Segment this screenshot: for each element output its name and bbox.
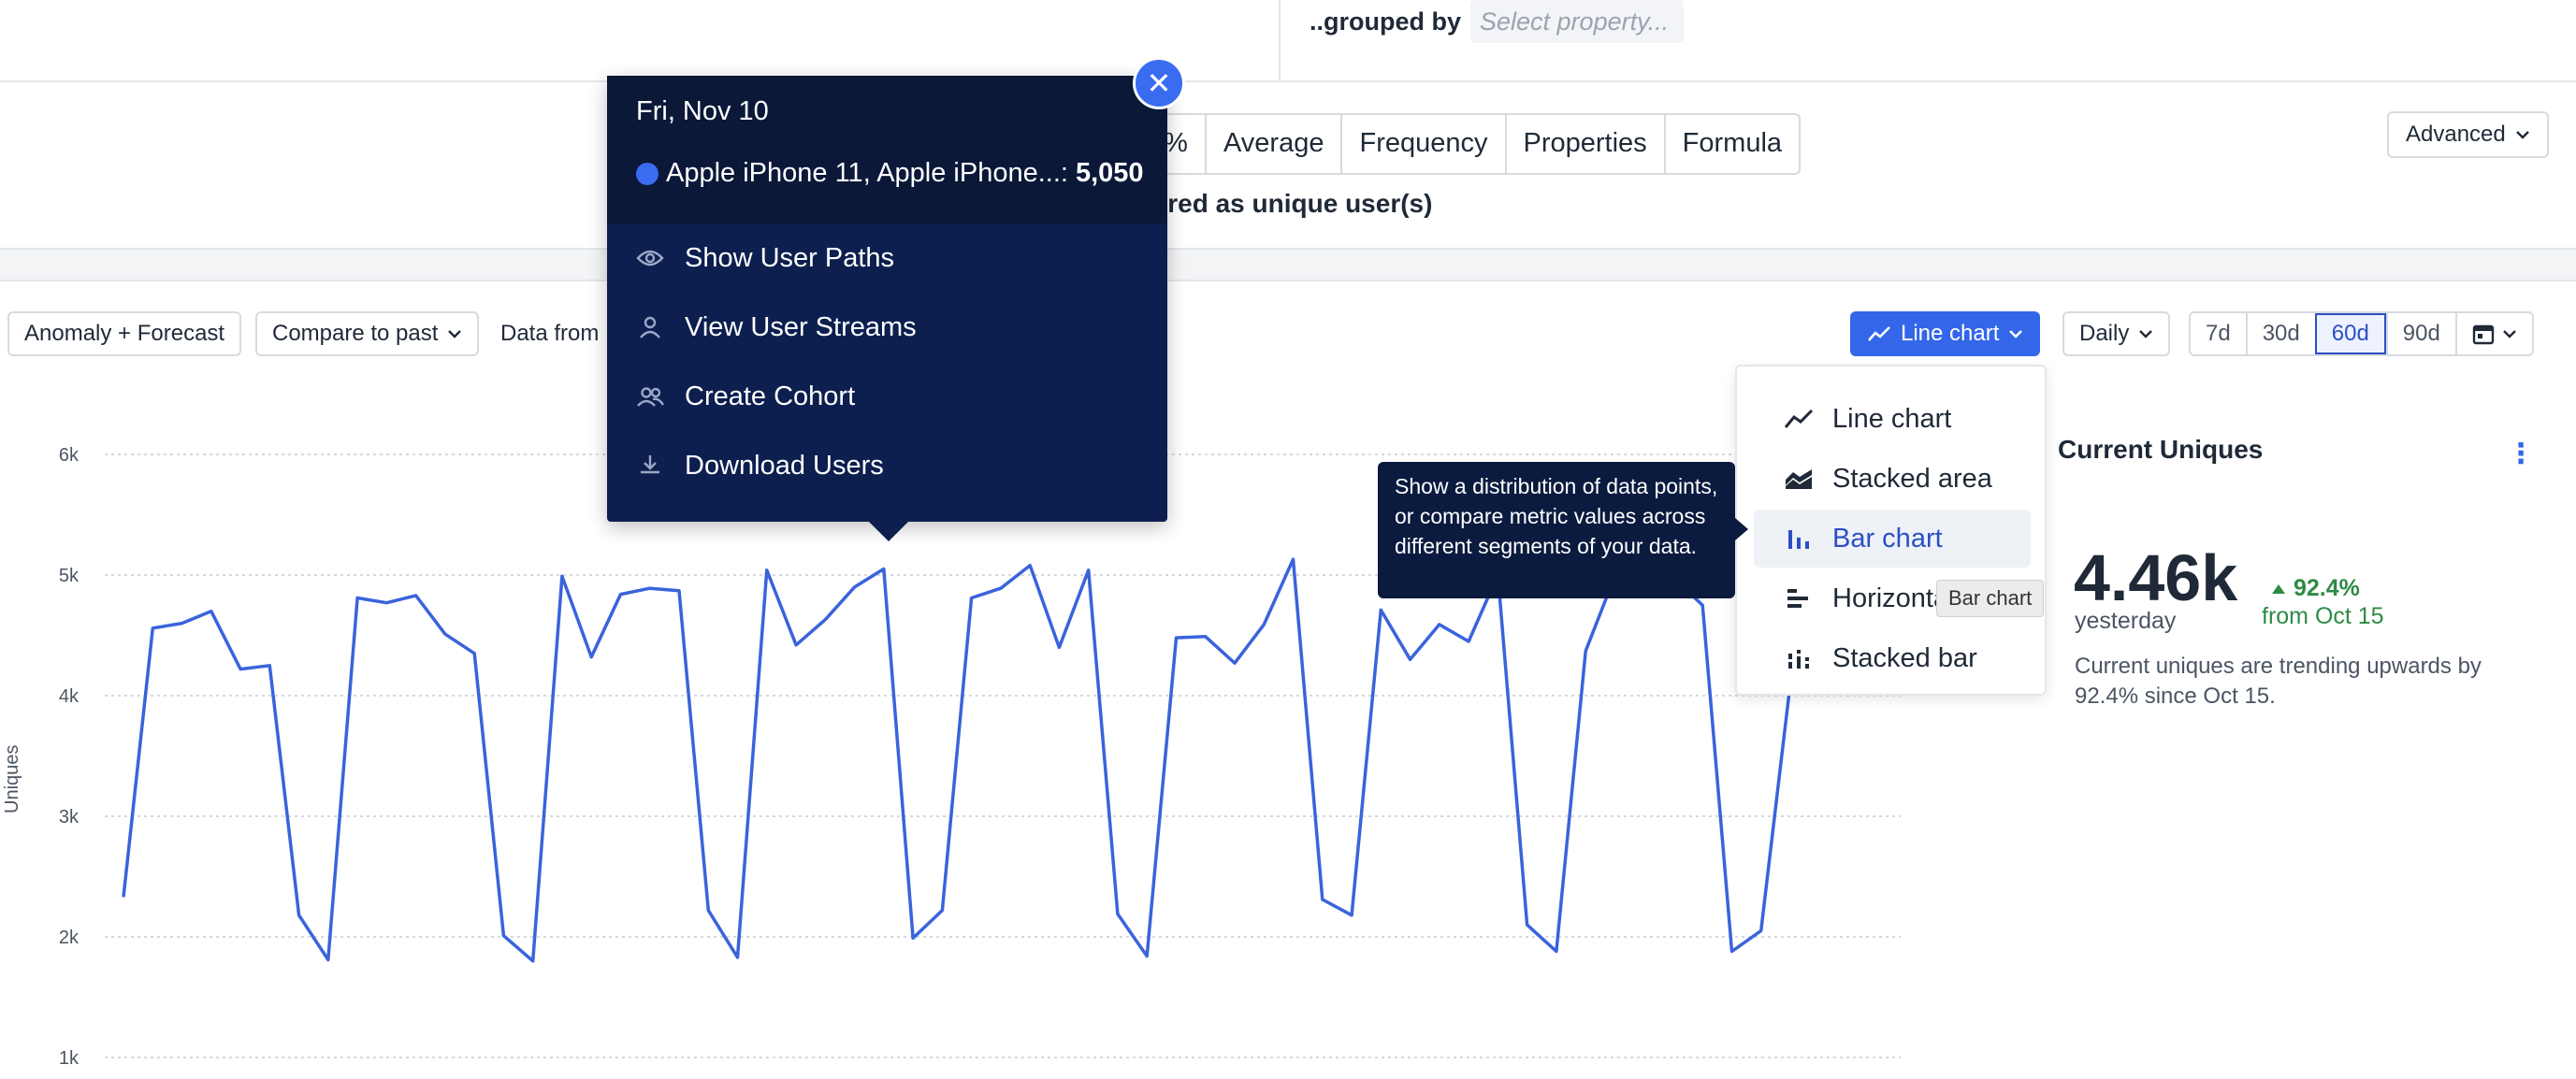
y-tick-label: 1k (59, 1048, 80, 1069)
view-user-streams-action[interactable]: View User Streams (636, 309, 917, 346)
data-point-popover: Fri, Nov 10 Apple iPhone 11, Apple iPhon… (607, 76, 1167, 522)
measured-as-text: asured as unique user(s) (1122, 189, 1433, 218)
create-cohort-action[interactable]: Create Cohort (636, 378, 855, 415)
change-indicator: 92.4% (2271, 575, 2360, 602)
range-90d[interactable]: 90d (2385, 313, 2455, 354)
line-chart-icon (1784, 409, 1814, 428)
tab-formula[interactable]: Formula (1663, 115, 1799, 173)
chevron-down-icon (448, 330, 462, 338)
menu-item-stacked-bar[interactable]: Stacked bar (1754, 629, 2031, 687)
metric-toolbar: e % Average Frequency Properties Formula (1122, 113, 1802, 175)
y-tick-label: 6k (59, 445, 80, 466)
bar-chart-icon (1788, 530, 1809, 549)
chevron-down-icon (2009, 330, 2023, 338)
range-30d[interactable]: 30d (2245, 313, 2315, 354)
tab-average[interactable]: Average (1204, 115, 1341, 173)
popover-arrow (868, 521, 909, 541)
chevron-down-icon (2515, 131, 2529, 139)
chevron-down-icon (2139, 330, 2153, 338)
y-tick-label: 2k (59, 928, 80, 948)
eye-icon (636, 250, 664, 266)
current-uniques-title: Current Uniques (2058, 435, 2264, 464)
chart-type-menu: Line chart Stacked area Bar chart Horizo… (1735, 365, 2047, 696)
action-label: Download Users (685, 450, 884, 481)
action-label: View User Streams (685, 311, 917, 342)
download-icon (641, 455, 659, 474)
menu-item-label: Bar chart (1832, 523, 1943, 554)
current-uniques-description: Current uniques are trending upwards by … (2075, 654, 2482, 709)
change-from: from Oct 15 (2262, 603, 2384, 629)
range-60d[interactable]: 60d (2314, 313, 2386, 354)
current-uniques-value: 4.46k (2074, 541, 2238, 614)
popover-series-value: 5,050 (1075, 158, 1144, 188)
interval-button[interactable]: Daily (2062, 311, 2171, 356)
advanced-button[interactable]: Advanced (2387, 111, 2549, 158)
menu-item-stacked-area[interactable]: Stacked area (1754, 450, 2031, 508)
chart-type-button[interactable]: Line chart (1850, 311, 2041, 356)
menu-item-bar-chart[interactable]: Bar chart (1754, 510, 2031, 568)
users-icon (637, 387, 664, 407)
section-divider (0, 248, 2576, 281)
close-icon[interactable]: ✕ (1133, 57, 1185, 109)
y-tick-label: 5k (59, 566, 80, 586)
anomaly-forecast-label: Anomaly + Forecast (24, 321, 225, 346)
chevron-down-icon (2502, 330, 2516, 338)
series-line[interactable] (122, 557, 1792, 963)
y-tick-label: 3k (59, 807, 80, 827)
arrow-up-icon (2272, 583, 2285, 594)
menu-item-line-chart[interactable]: Line chart (1754, 390, 2031, 448)
interval-label: Daily (2079, 321, 2130, 346)
range-7d[interactable]: 7d (2191, 313, 2246, 354)
range-selector: 7d 30d 60d 90d (2189, 311, 2534, 356)
user-icon (640, 316, 660, 338)
change-value: 92.4% (2294, 575, 2360, 601)
chart-type-description-tooltip: Show a distribution of data points, or c… (1378, 462, 1735, 598)
stacked-area-icon (1786, 469, 1812, 489)
top-band (0, 0, 2576, 82)
grouped-by-select[interactable]: Select property... (1470, 0, 1684, 43)
grouped-by-label: ..grouped by (1310, 7, 1461, 36)
compare-to-past-label: Compare to past (272, 321, 439, 346)
menu-item-label: Line chart (1832, 403, 1952, 434)
top-divider (1279, 0, 1281, 80)
tooltip-arrow (1735, 518, 1748, 540)
anomaly-forecast-button[interactable]: Anomaly + Forecast (7, 311, 242, 356)
tab-properties[interactable]: Properties (1504, 115, 1664, 173)
download-users-action[interactable]: Download Users (636, 447, 884, 484)
series-color-dot (636, 162, 658, 185)
chart-type-label: Line chart (1901, 321, 2000, 346)
popover-series-label: Apple iPhone 11, Apple iPhone...: (666, 158, 1068, 188)
stacked-bar-icon (1788, 650, 1809, 669)
data-from-label: Data from (500, 321, 600, 346)
y-axis-label: Uniques (2, 744, 22, 813)
advanced-label: Advanced (2406, 122, 2506, 147)
action-label: Create Cohort (685, 381, 856, 411)
popover-date: Fri, Nov 10 (636, 96, 769, 126)
tab-frequency[interactable]: Frequency (1340, 115, 1504, 173)
popover-series: Apple iPhone 11, Apple iPhone...: 5,050 (636, 158, 1144, 189)
menu-item-label: Stacked area (1832, 463, 1992, 494)
show-user-paths-action[interactable]: Show User Paths (636, 239, 894, 277)
menu-item-label: Stacked bar (1832, 642, 1977, 673)
compare-to-past-button[interactable]: Compare to past (255, 311, 480, 356)
bar-chart-tooltip: Bar chart (1936, 580, 2045, 617)
horizontal-bar-icon (1787, 589, 1808, 608)
date-picker-button[interactable] (2454, 313, 2532, 354)
action-label: Show User Paths (685, 242, 895, 273)
popover-header: Fri, Nov 10 Apple iPhone 11, Apple iPhon… (607, 76, 1167, 223)
calendar-icon (2472, 324, 2495, 345)
y-tick-label: 4k (59, 686, 80, 707)
kebab-menu-icon[interactable]: ⋮ (2507, 438, 2535, 470)
current-uniques-period: yesterday (2075, 608, 2177, 634)
line-chart-icon (1868, 326, 1890, 341)
